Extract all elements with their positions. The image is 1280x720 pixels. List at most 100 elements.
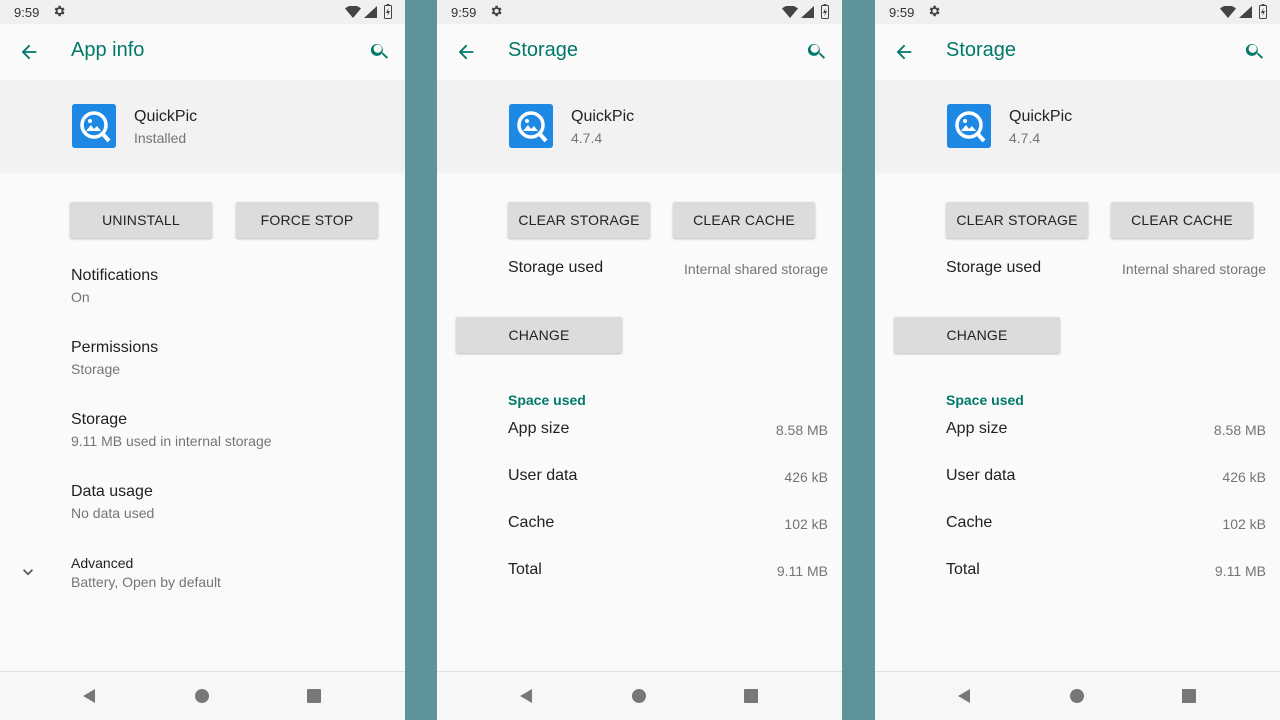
storage-used-label: Storage used: [508, 259, 604, 276]
pref-summary: On: [71, 289, 90, 305]
app-info-screen: 9:59 App info QuickPic Installed UNINSTA…: [0, 0, 405, 720]
pref-summary: No data used: [71, 505, 155, 521]
space-used-header: Space used: [946, 392, 1024, 408]
user-data-label: User data: [508, 467, 578, 484]
status-bar: 9:59: [875, 0, 1280, 24]
total-value: 9.11 MB: [776, 563, 828, 579]
app-status: Installed: [134, 130, 187, 146]
battery-icon: [821, 4, 829, 19]
cache-label: Cache: [946, 514, 993, 531]
pref-summary: 9.11 MB used in internal storage: [71, 433, 272, 449]
gear-icon: [491, 5, 502, 17]
app-size-label: App size: [946, 420, 1008, 437]
signal-icon: [1239, 6, 1252, 18]
gear-icon: [929, 5, 940, 17]
quickpic-app-icon: [72, 104, 116, 148]
storage-screen: 9:59 Storage QuickPic 4.7.4 CLEAR STORAG…: [875, 0, 1280, 720]
status-time: 9:59: [14, 5, 40, 20]
search-icon[interactable]: [369, 40, 391, 62]
app-header: QuickPic Installed: [0, 80, 405, 173]
nav-recents-icon[interactable]: [1182, 689, 1196, 703]
pref-summary: Storage: [71, 361, 121, 377]
app-header: QuickPic 4.7.4: [875, 80, 1280, 173]
uninstall-button[interactable]: UNINSTALL: [70, 202, 212, 238]
battery-icon: [384, 4, 392, 19]
app-bar: App info: [0, 24, 405, 80]
force-stop-button[interactable]: FORCE STOP: [236, 202, 378, 238]
change-button[interactable]: CHANGE: [894, 317, 1060, 353]
app-size-label: App size: [508, 420, 570, 437]
permissions-pref[interactable]: Permissions Storage: [0, 334, 405, 394]
space-used-header: Space used: [508, 392, 586, 408]
quickpic-app-icon: [509, 104, 553, 148]
app-version: 4.7.4: [571, 130, 603, 146]
back-arrow-icon[interactable]: [18, 41, 40, 63]
pref-title: Data usage: [71, 483, 153, 500]
app-version: 4.7.4: [1009, 130, 1041, 146]
nav-back-icon[interactable]: [518, 688, 534, 704]
wifi-icon: [1220, 6, 1236, 18]
advanced-pref[interactable]: Advanced Battery, Open by default: [0, 550, 405, 610]
app-name: QuickPic: [1009, 108, 1073, 125]
total-value: 9.11 MB: [1214, 563, 1266, 579]
pref-title: Advanced: [71, 555, 134, 571]
status-bar: 9:59: [437, 0, 842, 24]
storage-used-value: Internal shared storage: [684, 261, 828, 277]
user-data-value: 426 kB: [784, 469, 828, 485]
user-data-value: 426 kB: [1222, 469, 1266, 485]
quickpic-app-icon: [947, 104, 991, 148]
notifications-pref[interactable]: Notifications On: [0, 262, 405, 322]
page-title: Storage: [508, 39, 579, 61]
navigation-bar: [0, 671, 405, 720]
pref-title: Notifications: [71, 267, 159, 284]
pref-summary: Battery, Open by default: [71, 574, 221, 590]
data-usage-pref[interactable]: Data usage No data used: [0, 478, 405, 538]
nav-home-icon[interactable]: [1069, 688, 1085, 704]
user-data-label: User data: [946, 467, 1016, 484]
page-title: App info: [71, 39, 145, 61]
total-label: Total: [946, 561, 980, 578]
nav-home-icon[interactable]: [631, 688, 647, 704]
nav-back-icon[interactable]: [956, 688, 972, 704]
navigation-bar: [437, 671, 842, 720]
app-size-value: 8.58 MB: [775, 422, 828, 438]
page-title: Storage: [946, 39, 1017, 61]
pref-title: Permissions: [71, 339, 159, 356]
storage-used-value: Internal shared storage: [1122, 261, 1266, 277]
nav-back-icon[interactable]: [81, 688, 97, 704]
clear-storage-button[interactable]: CLEAR STORAGE: [946, 202, 1088, 238]
clear-cache-button[interactable]: CLEAR CACHE: [1111, 202, 1253, 238]
nav-recents-icon[interactable]: [744, 689, 758, 703]
search-icon[interactable]: [806, 40, 828, 62]
back-arrow-icon[interactable]: [455, 41, 477, 63]
navigation-bar: [875, 671, 1280, 720]
app-bar: Storage: [437, 24, 842, 80]
status-time: 9:59: [889, 5, 915, 20]
storage-used-label: Storage used: [946, 259, 1042, 276]
nav-recents-icon[interactable]: [307, 689, 321, 703]
storage-pref[interactable]: Storage 9.11 MB used in internal storage: [0, 406, 405, 466]
chevron-down-icon[interactable]: [18, 562, 38, 582]
total-label: Total: [508, 561, 542, 578]
nav-home-icon[interactable]: [194, 688, 210, 704]
back-arrow-icon[interactable]: [893, 41, 915, 63]
search-icon[interactable]: [1244, 40, 1266, 62]
signal-icon: [801, 6, 814, 18]
pref-title: Storage: [71, 411, 128, 428]
cache-value: 102 kB: [784, 516, 828, 532]
clear-cache-button[interactable]: CLEAR CACHE: [673, 202, 815, 238]
app-name: QuickPic: [134, 108, 198, 125]
status-time: 9:59: [451, 5, 477, 20]
app-header: QuickPic 4.7.4: [437, 80, 842, 173]
cache-label: Cache: [508, 514, 555, 531]
signal-icon: [364, 6, 377, 18]
status-bar: 9:59: [0, 0, 405, 24]
wifi-icon: [782, 6, 798, 18]
wifi-icon: [345, 6, 361, 18]
change-button[interactable]: CHANGE: [456, 317, 622, 353]
cache-value: 102 kB: [1222, 516, 1266, 532]
app-size-value: 8.58 MB: [1213, 422, 1266, 438]
app-name: QuickPic: [571, 108, 635, 125]
storage-screen: 9:59 Storage QuickPic 4.7.4 CLEAR STORAG…: [437, 0, 842, 720]
clear-storage-button[interactable]: CLEAR STORAGE: [508, 202, 650, 238]
